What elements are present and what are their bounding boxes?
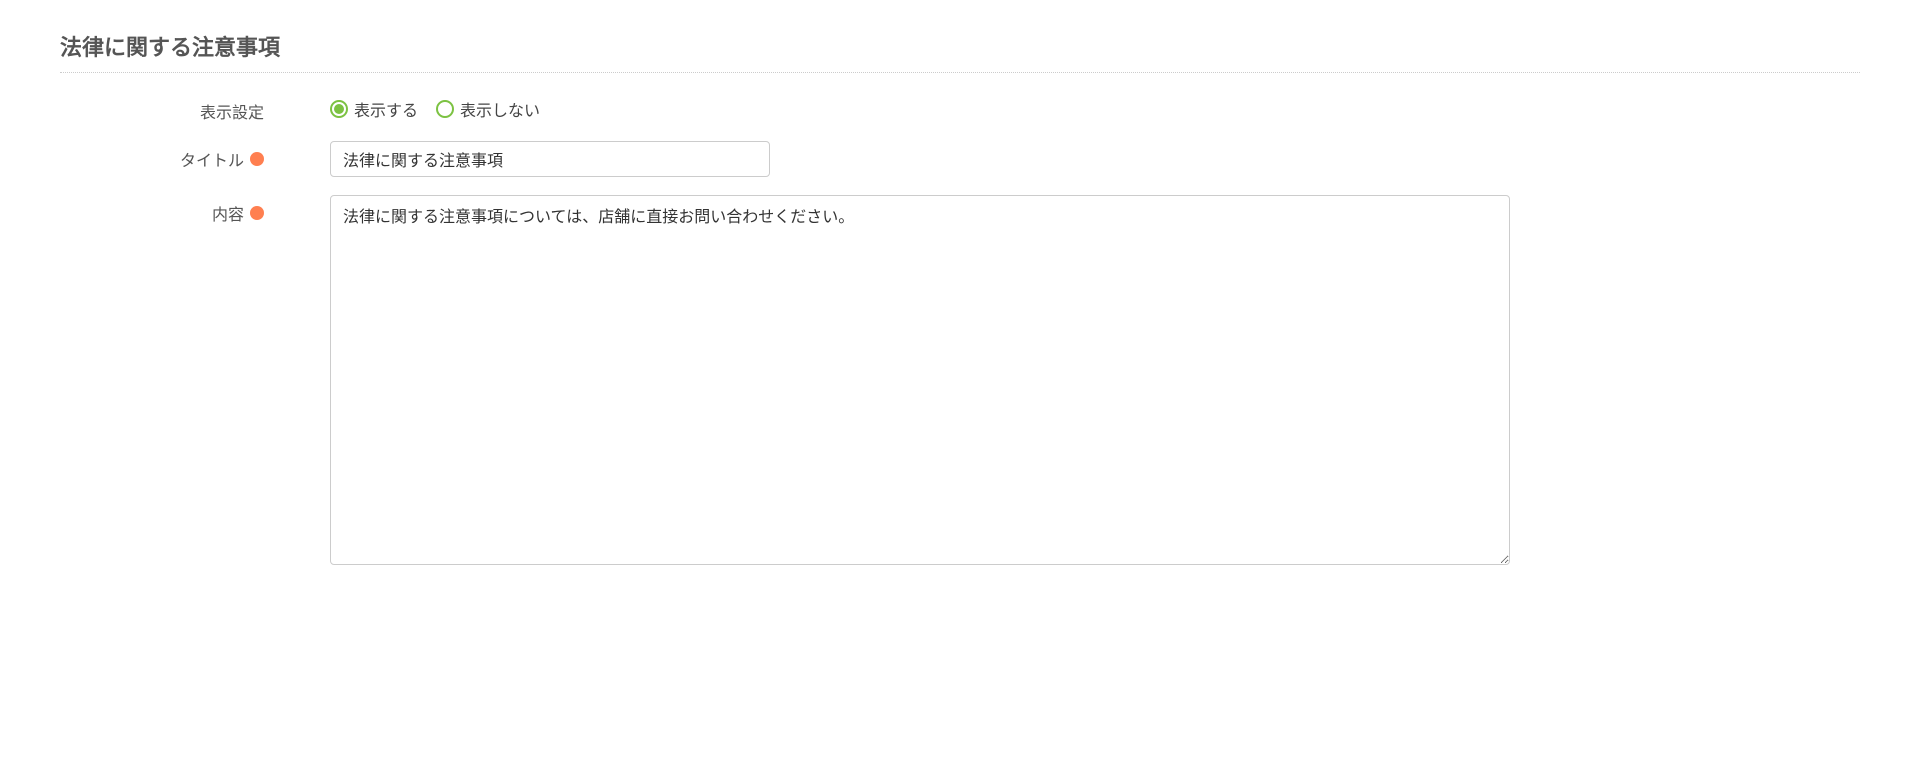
required-icon: [250, 206, 264, 220]
section-title: 法律に関する注意事項: [60, 30, 1860, 73]
label-content-text: 内容: [212, 201, 244, 225]
content-textarea[interactable]: [330, 195, 1510, 565]
row-title: タイトル: [60, 141, 1860, 177]
row-display-setting: 表示設定 表示する 表示しない: [60, 93, 1860, 123]
label-title: タイトル: [60, 141, 280, 171]
label-display-setting-text: 表示設定: [200, 99, 264, 123]
title-input[interactable]: [330, 141, 770, 177]
label-display-setting: 表示設定: [60, 93, 280, 123]
radio-label-show: 表示する: [354, 97, 418, 121]
row-content: 内容: [60, 195, 1860, 570]
label-title-text: タイトル: [180, 147, 244, 171]
radio-group-display: 表示する 表示しない: [330, 93, 1860, 121]
radio-option-hide[interactable]: 表示しない: [436, 97, 540, 121]
required-icon: [250, 152, 264, 166]
radio-option-show[interactable]: 表示する: [330, 97, 418, 121]
control-content: [280, 195, 1860, 570]
radio-icon: [330, 100, 348, 118]
radio-icon: [436, 100, 454, 118]
control-display-setting: 表示する 表示しない: [280, 93, 1860, 121]
radio-label-hide: 表示しない: [460, 97, 540, 121]
control-title: [280, 141, 1860, 177]
label-content: 内容: [60, 195, 280, 225]
